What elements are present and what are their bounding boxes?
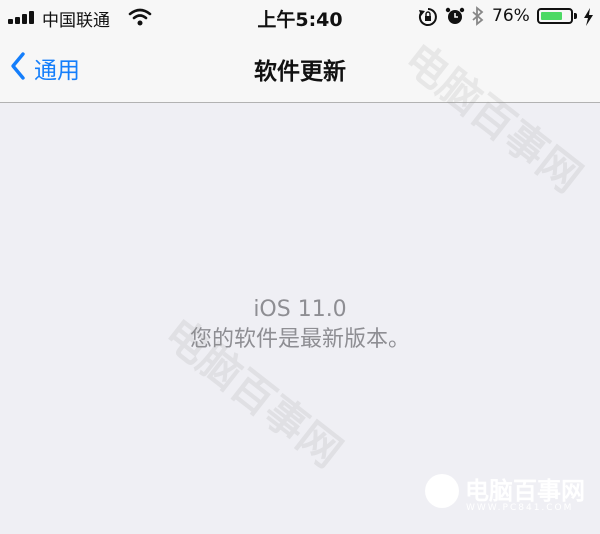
up-to-date-message: 您的软件是最新版本。	[189, 327, 410, 352]
battery-percent: 76%	[492, 6, 530, 26]
status-bar: 中国联通 上午5:40 76%	[0, 0, 600, 34]
update-status: iOS 11.0 您的软件是最新版本。	[0, 295, 600, 355]
logo-icon	[425, 474, 459, 508]
os-version: iOS 11.0	[253, 297, 347, 322]
page-title: 软件更新	[254, 59, 346, 85]
logo-url: WWW.PC841.COM	[466, 503, 574, 513]
battery-level-fill	[541, 12, 562, 20]
battery-icon	[537, 8, 573, 24]
bluetooth-icon	[471, 6, 485, 30]
alarm-icon	[445, 6, 465, 30]
rotation-lock-icon	[418, 7, 438, 31]
battery-cap	[574, 13, 577, 19]
charging-icon	[583, 7, 594, 31]
logo-text: 电脑百事网	[465, 477, 585, 505]
